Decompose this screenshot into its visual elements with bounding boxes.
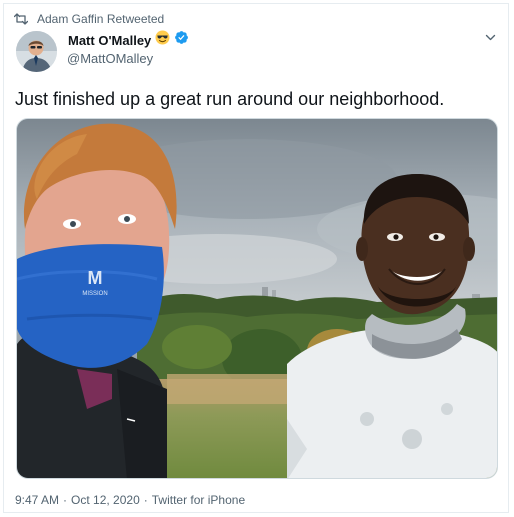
tweet-photo[interactable]: M MISSION xyxy=(16,118,498,479)
meta-separator: · xyxy=(63,493,68,507)
retweet-context[interactable]: Adam Gaffin Retweeted xyxy=(14,10,164,28)
smiling-face-with-sunglasses-icon xyxy=(155,30,170,50)
tweet-date[interactable]: Oct 12, 2020 xyxy=(71,493,140,507)
chevron-down-icon[interactable] xyxy=(484,31,497,49)
retweet-label: Adam Gaffin Retweeted xyxy=(37,12,165,26)
tweet-text: Just finished up a great run around our … xyxy=(15,89,445,109)
retweet-icon xyxy=(14,13,28,25)
author-handle[interactable]: @MattOMalley xyxy=(67,51,153,66)
tweet-source[interactable]: Twitter for iPhone xyxy=(152,493,245,507)
author-name-row[interactable]: Matt O'Malley xyxy=(68,30,189,50)
meta-separator: · xyxy=(143,493,148,507)
tweet-metadata: 9:47 AM · Oct 12, 2020 · Twitter for iPh… xyxy=(15,493,245,507)
tweet-time[interactable]: 9:47 AM xyxy=(15,493,59,507)
author-name[interactable]: Matt O'Malley xyxy=(68,33,151,48)
gaiter-logo: M xyxy=(88,268,103,288)
avatar[interactable] xyxy=(16,31,57,72)
verified-badge-icon xyxy=(174,30,189,50)
gaiter-brand: MISSION xyxy=(82,291,107,297)
